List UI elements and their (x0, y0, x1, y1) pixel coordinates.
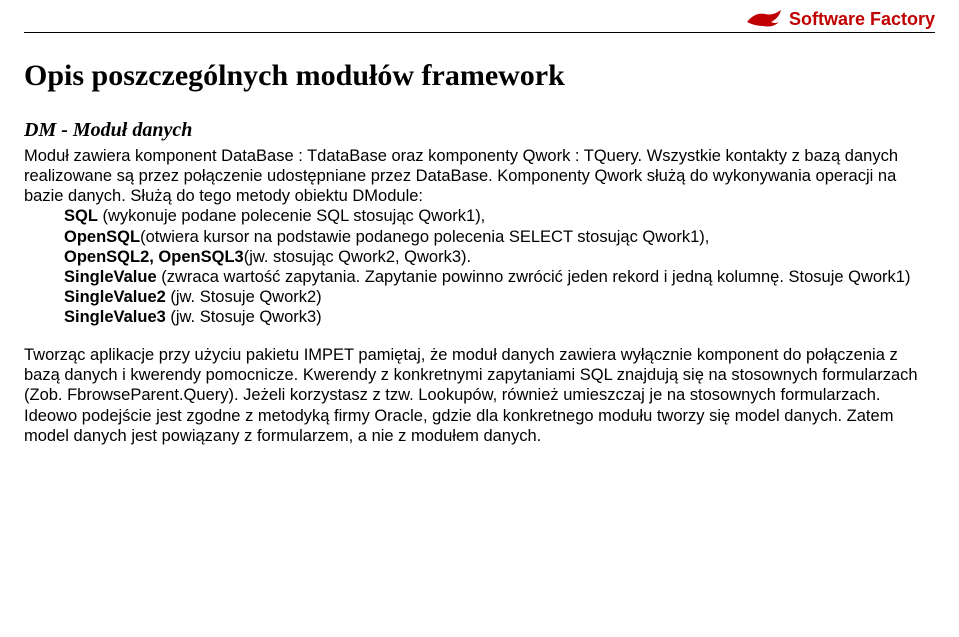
method-opensql: OpenSQL(otwiera kursor na podstawie poda… (64, 227, 935, 247)
method-sql-desc: (wykonuje podane polecenie SQL stosując … (98, 207, 485, 225)
closing-paragraph: Tworząc aplikacje przy użyciu pakietu IM… (24, 345, 935, 446)
section-title: DM - Moduł danych (24, 119, 935, 142)
spacer (24, 327, 935, 345)
method-opensql-desc: (otwiera kursor na podstawie podanego po… (140, 228, 709, 246)
method-sql-name: SQL (64, 207, 98, 225)
method-singlevalue-name: SingleValue (64, 268, 157, 286)
method-singlevalue3-name: SingleValue3 (64, 308, 166, 326)
method-opensql23: OpenSQL2, OpenSQL3(jw. stosując Qwork2, … (64, 247, 935, 267)
method-sql: SQL (wykonuje podane polecenie SQL stosu… (64, 206, 935, 226)
method-singlevalue3-desc: (jw. Stosuje Qwork3) (166, 308, 322, 326)
method-singlevalue2-desc: (jw. Stosuje Qwork2) (166, 288, 322, 306)
page-header: Software Factory (24, 8, 935, 30)
page-title: Opis poszczególnych modułów framework (24, 59, 935, 93)
method-opensql-name: OpenSQL (64, 228, 140, 246)
intro-paragraph: Moduł zawiera komponent DataBase : Tdata… (24, 146, 935, 206)
header-divider (24, 32, 935, 33)
method-opensql23-name: OpenSQL2, OpenSQL3 (64, 248, 244, 266)
method-singlevalue: SingleValue (zwraca wartość zapytania. Z… (64, 267, 935, 287)
method-opensql23-desc: (jw. stosując Qwork2, Qwork3). (244, 248, 471, 266)
method-singlevalue2-name: SingleValue2 (64, 288, 166, 306)
method-singlevalue-desc: (zwraca wartość zapytania. Zapytanie pow… (157, 268, 911, 286)
method-singlevalue3: SingleValue3 (jw. Stosuje Qwork3) (64, 307, 935, 327)
brand-text: Software Factory (789, 9, 935, 30)
bird-logo-icon (745, 8, 783, 30)
method-singlevalue2: SingleValue2 (jw. Stosuje Qwork2) (64, 287, 935, 307)
